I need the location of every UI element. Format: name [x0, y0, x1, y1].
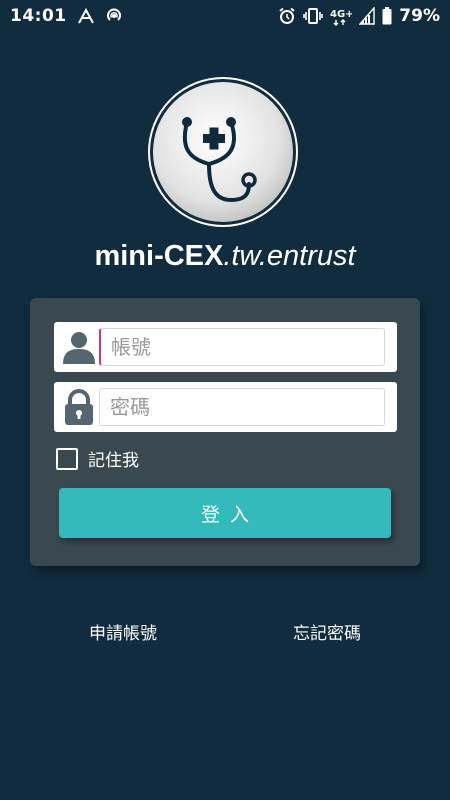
app-title: mini-CEX.tw.entrust — [0, 240, 450, 273]
remember-me-label: 記住我 — [88, 451, 139, 471]
forgot-password-link[interactable]: 忘記密碼 — [293, 619, 361, 644]
stethoscope-medical-cross-icon — [148, 77, 298, 227]
login-button[interactable]: 登入 — [59, 488, 391, 538]
battery-icon — [382, 7, 392, 25]
4g-plus-icon: 4G+ — [330, 6, 352, 26]
apply-account-link[interactable]: 申請帳號 — [89, 619, 157, 644]
login-form: 記住我 登入 — [30, 298, 420, 566]
status-time: 14:01 — [10, 6, 67, 26]
username-input[interactable] — [99, 328, 385, 366]
status-left: 14:01 — [10, 6, 123, 26]
remember-me[interactable]: 記住我 — [56, 446, 139, 471]
hotspot-icon — [105, 7, 123, 25]
lock-icon — [60, 388, 98, 426]
app-logo — [147, 76, 299, 228]
user-icon — [60, 328, 98, 366]
app-title-sub: .tw.entrust — [223, 240, 356, 272]
signal-icon — [359, 7, 375, 25]
password-row — [54, 382, 397, 432]
battery-percent: 79% — [399, 6, 440, 26]
status-right: 4G+ 79% — [278, 6, 440, 26]
username-row — [54, 322, 397, 372]
app-title-main: mini-CEX — [94, 240, 224, 272]
status-bar: 14:01 4G+ 79% — [0, 0, 450, 32]
network-label: 4G+ — [330, 9, 352, 20]
password-input[interactable] — [99, 388, 385, 426]
alarm-icon — [278, 7, 296, 25]
vibrate-icon — [303, 7, 324, 25]
remember-me-checkbox[interactable] — [56, 447, 78, 470]
assistant-icon — [77, 8, 95, 24]
